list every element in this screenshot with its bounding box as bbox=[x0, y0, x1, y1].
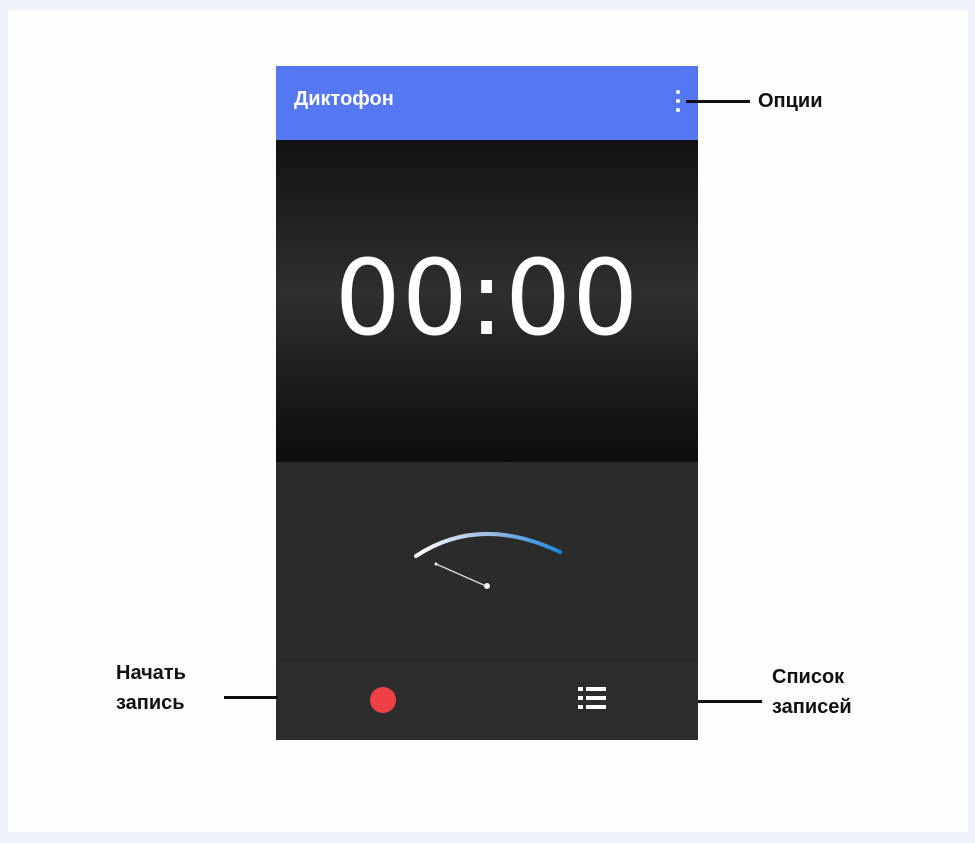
vertical-dots-icon bbox=[676, 90, 680, 94]
app-bar: Диктофон bbox=[276, 66, 698, 140]
list-icon-bullet bbox=[578, 696, 583, 700]
vertical-dots-icon-dot bbox=[676, 108, 680, 112]
elapsed-time-display: 00:00 bbox=[334, 237, 640, 359]
timer-panel: 00:00 bbox=[276, 140, 698, 462]
needle-tip bbox=[434, 562, 438, 566]
list-icon-line bbox=[586, 705, 606, 709]
options-callout-label: Опции bbox=[758, 90, 823, 112]
meter-needle bbox=[435, 563, 487, 587]
meter-arc bbox=[414, 531, 562, 558]
recordings-list-button[interactable] bbox=[578, 687, 606, 709]
phone-screen: Диктофон 00:00 bbox=[276, 66, 698, 740]
list-icon bbox=[578, 687, 583, 691]
options-callout-line bbox=[686, 100, 750, 103]
app-title: Диктофон bbox=[294, 88, 394, 110]
recordings-list-callout-line bbox=[698, 700, 762, 703]
recordings-list-callout-label: Список записей bbox=[772, 666, 852, 718]
bottom-action-bar bbox=[276, 660, 698, 740]
record-button[interactable] bbox=[370, 687, 396, 713]
list-icon-bullet bbox=[578, 705, 583, 709]
meter-panel bbox=[276, 462, 698, 660]
options-menu-button[interactable] bbox=[670, 88, 686, 118]
list-icon-line bbox=[586, 696, 606, 700]
level-meter-gauge bbox=[414, 531, 562, 589]
list-icon-line bbox=[586, 687, 606, 691]
start-recording-callout-line bbox=[224, 696, 278, 699]
start-recording-callout-label: Начать запись bbox=[116, 662, 186, 714]
vertical-dots-icon-dot bbox=[676, 99, 680, 103]
needle-pivot bbox=[484, 583, 490, 589]
